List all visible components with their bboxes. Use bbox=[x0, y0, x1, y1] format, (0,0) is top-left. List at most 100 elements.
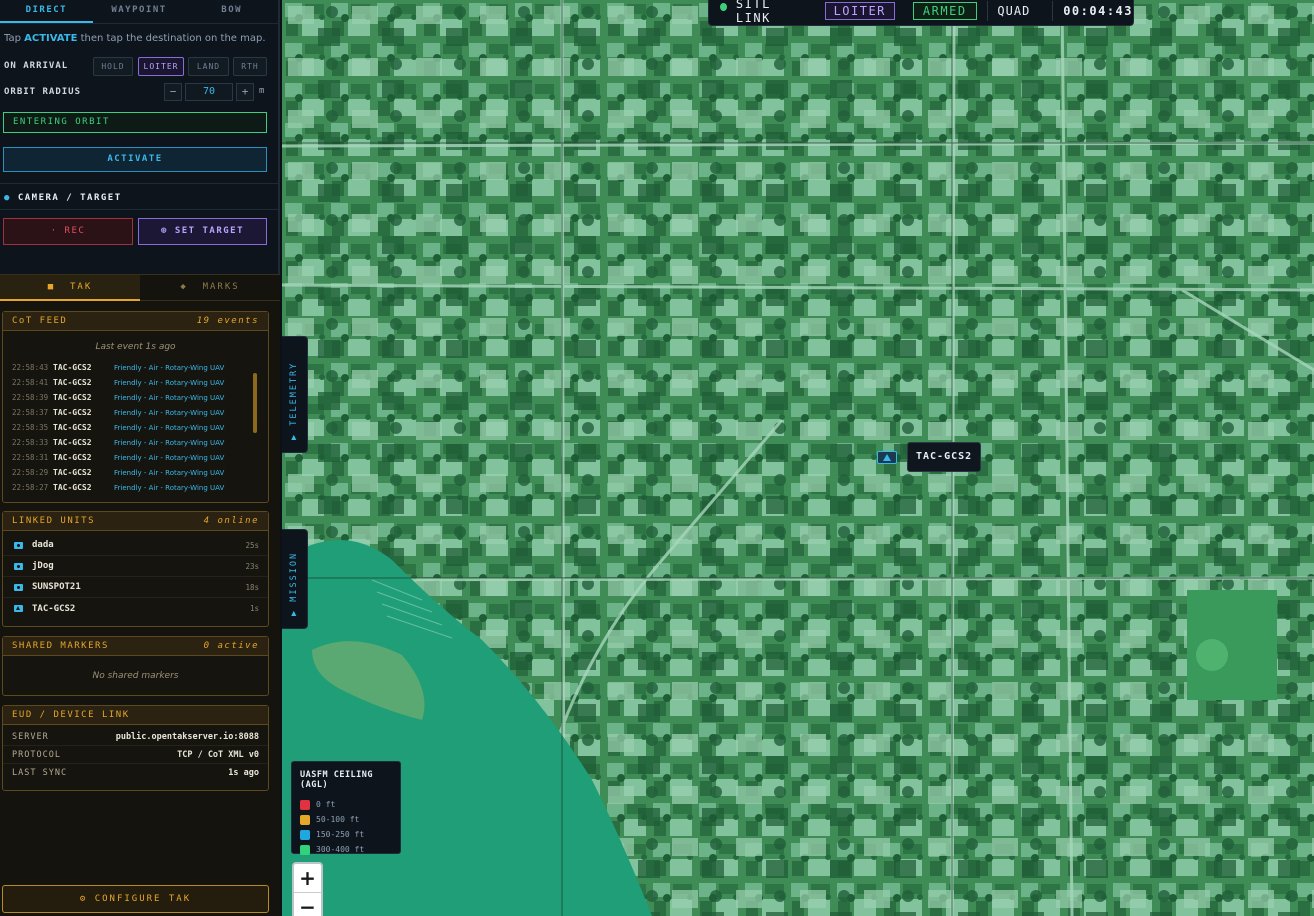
cot-event-row[interactable]: 22:58:35 TAC-GCS2 Friendly - Air - Rotary-… bbox=[12, 420, 268, 435]
uav-marker-icon[interactable] bbox=[877, 451, 897, 464]
cot-event-row[interactable]: 22:58:29 TAC-GCS2 Friendly - Air - Rotary-… bbox=[12, 465, 268, 480]
uav-callsign-label[interactable]: TAC-GCS2 bbox=[907, 442, 982, 472]
eud-icon bbox=[14, 541, 23, 549]
set-target-button[interactable]: ⊕ SET TARGET bbox=[138, 218, 267, 245]
unit-age: 18s bbox=[245, 582, 259, 592]
mode-tabs: DIRECT WAYPOINT BOW bbox=[0, 0, 278, 24]
unit-age: 1s bbox=[249, 604, 259, 613]
event-type: Friendly - Air - Rotary-Wing UAV bbox=[114, 453, 225, 462]
control-panel: DIRECT WAYPOINT BOW Tap ACTIVATE then ta… bbox=[0, 0, 280, 916]
link-dot-icon bbox=[720, 2, 727, 11]
arrival-hold-button[interactable]: HOLD bbox=[93, 57, 133, 76]
orbit-increase-button[interactable]: + bbox=[236, 83, 254, 101]
nav-status: ENTERING ORBIT bbox=[3, 112, 267, 133]
event-time: 22:58:31 bbox=[12, 453, 49, 462]
event-time: 22:58:27 bbox=[12, 483, 49, 492]
legend-label: 50-100 ft bbox=[316, 815, 360, 824]
legend-title: UASFM CEILING (AGL) bbox=[300, 770, 374, 790]
last-event-text: Last event 1s ago bbox=[95, 342, 176, 352]
divider bbox=[0, 209, 280, 210]
no-markers-text: No shared markers bbox=[92, 671, 179, 681]
section-dot-icon: ● bbox=[4, 193, 18, 203]
telemetry-tab[interactable]: ▶ TELEMETRY bbox=[282, 336, 308, 453]
shared-markers-title: SHARED MARKERS bbox=[12, 641, 109, 651]
unit-list: dada 25s jDog 23s SUNSPOT21 18s TAC-GCS2 1s bbox=[3, 531, 268, 619]
cot-feed-header: CoT FEED 19 events bbox=[3, 312, 268, 331]
shared-markers-card: SHARED MARKERS 0 active No shared marker… bbox=[2, 636, 269, 696]
unit-row[interactable]: TAC-GCS2 1s bbox=[3, 598, 268, 619]
airspace-legend: UASFM CEILING (AGL) 0 ft 50-100 ft 150-250… bbox=[291, 761, 401, 857]
event-type: Friendly - Air - Rotary-Wing UAV bbox=[114, 468, 225, 477]
tab-tak[interactable]: ■ TAK bbox=[0, 275, 140, 301]
cot-event-row[interactable]: 22:58:31 TAC-GCS2 Friendly - Air - Rotary-… bbox=[12, 450, 268, 465]
hint-post: then tap the destination on the map. bbox=[77, 33, 266, 44]
activate-hint: Tap ACTIVATE then tap the destination on… bbox=[4, 33, 266, 44]
zoom-in-button[interactable]: + bbox=[294, 864, 321, 892]
zoom-out-button[interactable]: − bbox=[294, 892, 321, 916]
shared-markers-header: SHARED MARKERS 0 active bbox=[3, 637, 268, 656]
cot-event-row[interactable]: 22:58:33 TAC-GCS2 Friendly - Air - Rotary-… bbox=[12, 435, 268, 450]
cot-event-row[interactable]: 22:58:39 TAC-GCS2 Friendly - Air - Rotary-… bbox=[12, 390, 268, 405]
event-callsign: TAC-GCS2 bbox=[53, 408, 92, 417]
orbit-radius-input[interactable]: 70 bbox=[185, 83, 233, 101]
unit-age: 23s bbox=[245, 561, 259, 571]
unit-row[interactable]: dada 25s bbox=[3, 535, 268, 556]
unit-name: SUNSPOT21 bbox=[32, 582, 81, 592]
linked-units-count: 4 online bbox=[203, 516, 259, 526]
armed-badge[interactable]: ARMED bbox=[912, 1, 977, 20]
feed-scrollbar[interactable] bbox=[253, 373, 257, 433]
legend-item: 300-400 ft bbox=[300, 842, 392, 857]
rec-button[interactable]: · REC bbox=[3, 218, 133, 245]
unit-name: dada bbox=[32, 540, 54, 550]
kv-protocol: PROTOCOL TCP / CoT XML v0 bbox=[3, 746, 268, 764]
legend-label: 300-400 ft bbox=[316, 845, 365, 854]
legend-items: 0 ft 50-100 ft 150-250 ft 300-400 ft bbox=[300, 797, 392, 857]
satellite-map[interactable]: ▶ TELEMETRY ▶ MISSION SITL LINK LOITER A… bbox=[282, 0, 1314, 916]
tab-waypoint[interactable]: WAYPOINT bbox=[93, 0, 186, 23]
tab-bow[interactable]: BOW bbox=[185, 0, 278, 23]
cot-event-row[interactable]: 22:58:27 TAC-GCS2 Friendly - Air - Rotary-… bbox=[12, 480, 268, 495]
event-type: Friendly - Air - Rotary-Wing UAV bbox=[114, 378, 225, 387]
tab-marks[interactable]: ◆ MARKS bbox=[140, 275, 280, 301]
arrival-land-button[interactable]: LAND bbox=[188, 57, 229, 76]
link-status: SITL LINK bbox=[709, 0, 804, 25]
mission-tab[interactable]: ▶ MISSION bbox=[282, 529, 308, 629]
cot-event-row[interactable]: 22:58:37 TAC-GCS2 Friendly - Air - Rotary-… bbox=[12, 405, 268, 420]
arrival-rth-button[interactable]: RTH bbox=[233, 57, 267, 76]
unit-row[interactable]: jDog 23s bbox=[3, 556, 268, 577]
hint-keyword: ACTIVATE bbox=[24, 33, 78, 44]
event-callsign: TAC-GCS2 bbox=[53, 483, 92, 492]
event-time: 22:58:41 bbox=[12, 378, 49, 387]
unit-row[interactable]: SUNSPOT21 18s bbox=[3, 577, 268, 598]
linked-units-title: LINKED UNITS bbox=[12, 516, 96, 526]
uav-icon bbox=[14, 605, 23, 612]
orbit-radius-label: ORBIT RADIUS bbox=[4, 87, 82, 97]
divider bbox=[1052, 0, 1054, 21]
tab-direct[interactable]: DIRECT bbox=[0, 0, 93, 23]
tab-marks-label: MARKS bbox=[202, 282, 240, 292]
activate-button[interactable]: ACTIVATE bbox=[3, 147, 267, 172]
eud-icon bbox=[14, 562, 23, 570]
event-callsign: TAC-GCS2 bbox=[53, 363, 92, 372]
configure-tak-button[interactable]: ⚙ CONFIGURE TAK bbox=[2, 885, 269, 913]
flight-timer: 00:04:43 bbox=[1063, 3, 1133, 18]
event-time: 22:58:35 bbox=[12, 423, 49, 432]
event-callsign: TAC-GCS2 bbox=[53, 393, 92, 402]
eud-icon bbox=[14, 583, 23, 591]
event-type: Friendly - Air - Rotary-Wing UAV bbox=[114, 363, 225, 372]
flight-mode-badge[interactable]: LOITER bbox=[824, 1, 895, 20]
device-link-rows: SERVER public.opentakserver.io:8088 PROTO… bbox=[3, 725, 268, 782]
arrival-loiter-button[interactable]: LOITER bbox=[138, 57, 184, 76]
event-time: 22:58:43 bbox=[12, 363, 49, 372]
legend-swatch bbox=[300, 814, 310, 825]
cot-feed-count: 19 events bbox=[196, 316, 259, 326]
cot-event-list[interactable]: 22:58:43 TAC-GCS2 Friendly - Air - Rotary-… bbox=[3, 360, 268, 495]
orbit-unit: m bbox=[259, 86, 265, 96]
square-icon: ■ bbox=[47, 282, 56, 292]
event-type: Friendly - Air - Rotary-Wing UAV bbox=[114, 393, 225, 402]
legend-label: 0 ft bbox=[316, 800, 336, 809]
event-time: 22:58:37 bbox=[12, 408, 49, 417]
cot-event-row[interactable]: 22:58:41 TAC-GCS2 Friendly - Air - Rotary-… bbox=[12, 375, 268, 390]
cot-event-row[interactable]: 22:58:43 TAC-GCS2 Friendly - Air - Rotary-… bbox=[12, 360, 268, 375]
orbit-decrease-button[interactable]: − bbox=[164, 83, 182, 101]
